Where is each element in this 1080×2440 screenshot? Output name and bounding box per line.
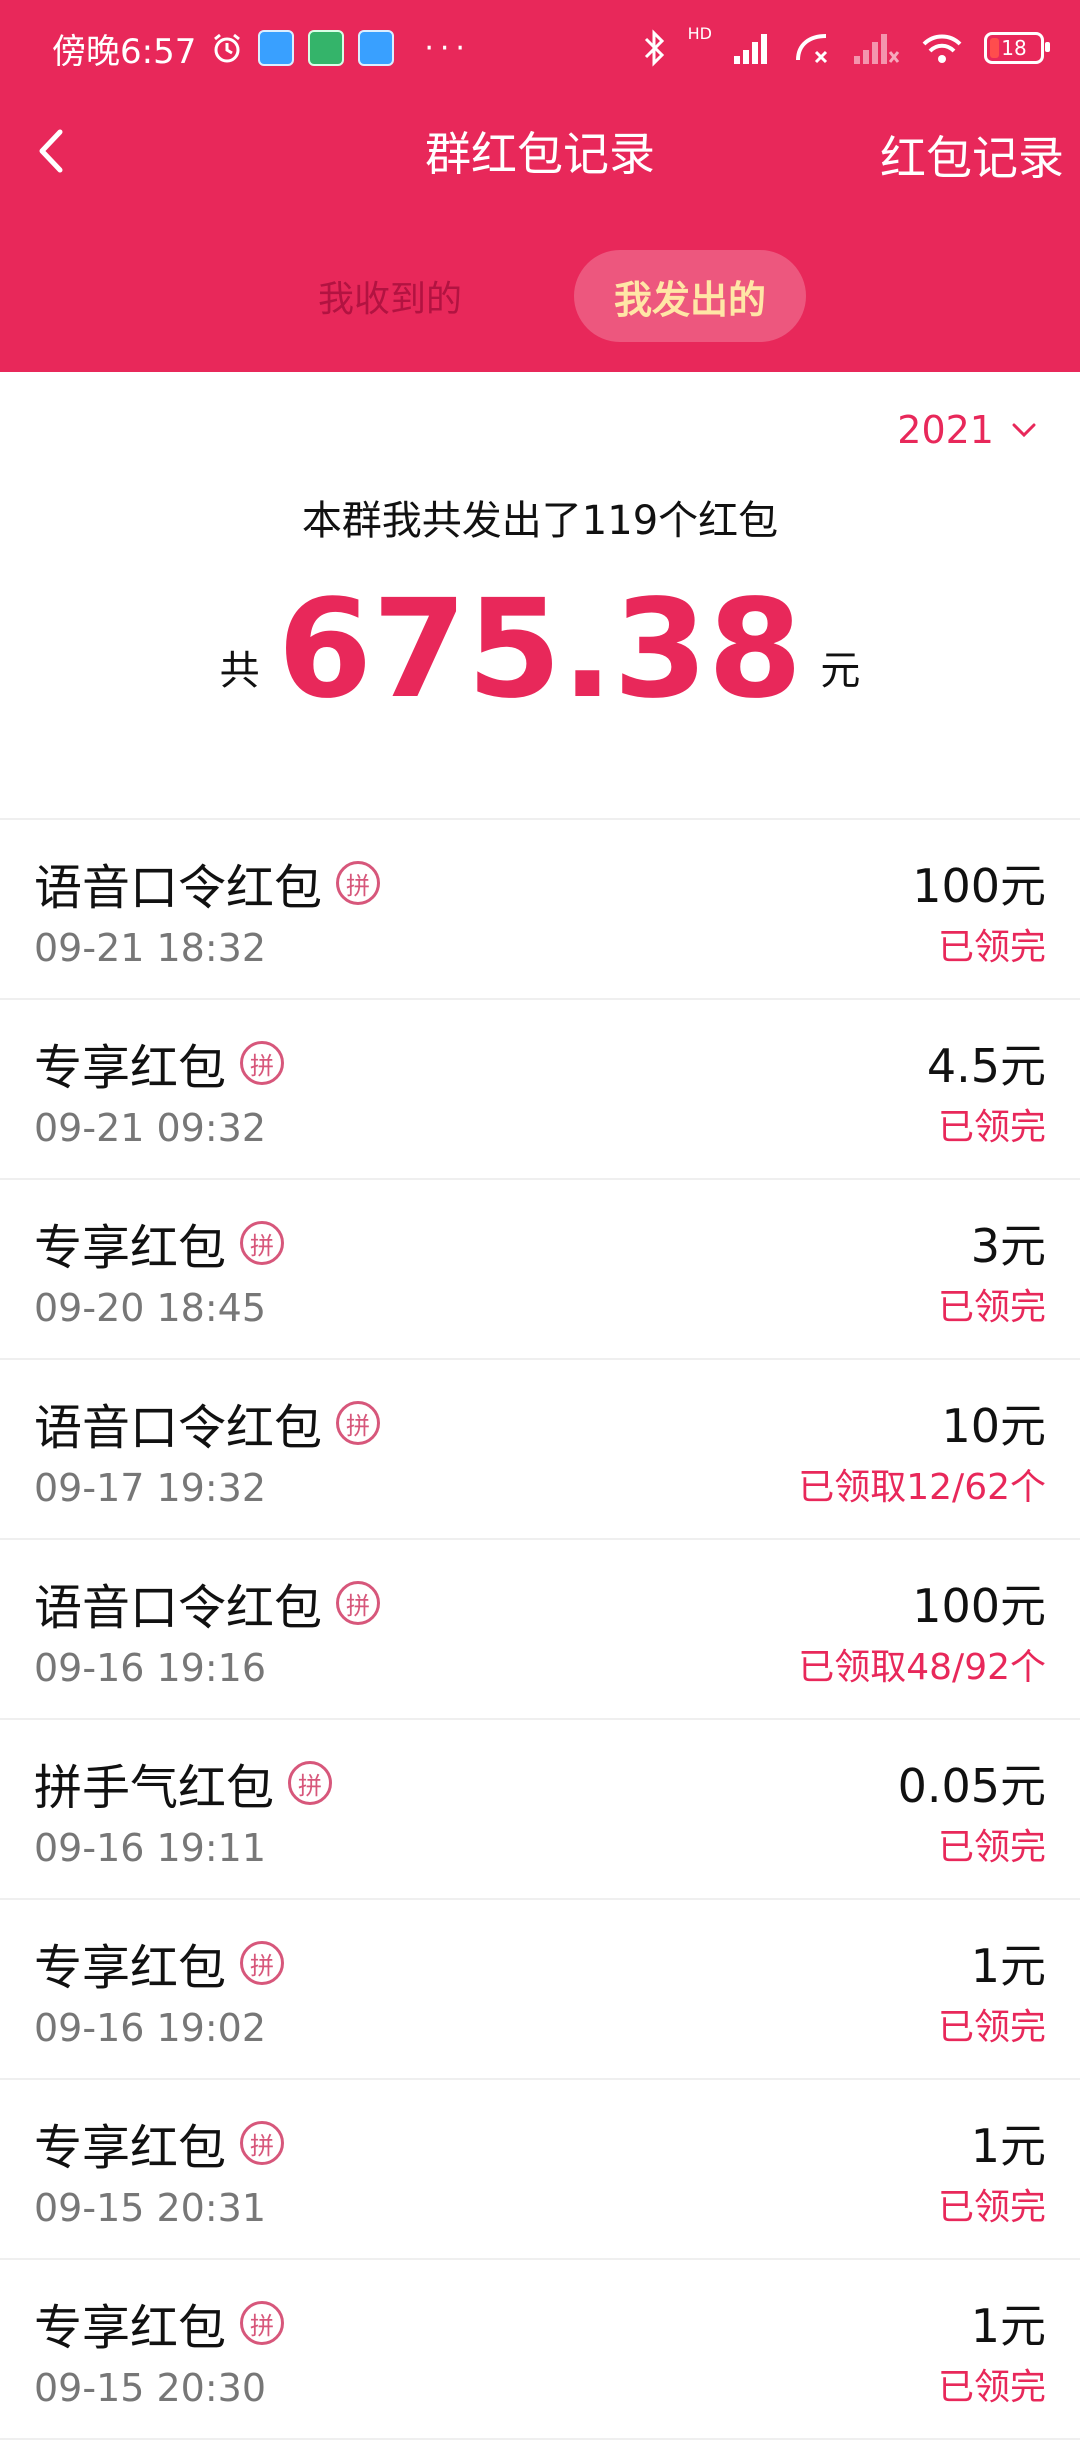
record-title: 专享红包 拼 [34, 2108, 285, 2178]
battery-level: 18 [1001, 36, 1027, 60]
record-time: 09-21 09:32 [34, 1106, 267, 1150]
record-status: 已领完 [937, 2367, 1046, 2408]
record-amount: 3元 [970, 1219, 1046, 1273]
pin-tag-icon: 拼 [240, 1041, 285, 1085]
pin-tag-icon: 拼 [240, 2301, 285, 2345]
record-amount: 4.5元 [926, 1039, 1046, 1093]
record-row[interactable]: 拼手气红包 拼 09-16 19:11 0.05元 已领完 [0, 1720, 1080, 1900]
record-status: 已领完 [937, 927, 1046, 968]
chevron-down-icon [1012, 423, 1036, 438]
record-row[interactable]: 专享红包 拼 09-21 09:32 4.5元 已领完 [0, 1000, 1080, 1180]
record-time: 09-17 19:32 [34, 1466, 267, 1510]
signal-icon [734, 34, 767, 64]
app-notification-icon [258, 30, 295, 66]
record-status: 已领完 [937, 1287, 1046, 1328]
record-title-text: 专享红包 [34, 2300, 227, 2356]
record-title-text: 专享红包 [34, 1220, 227, 1276]
record-time: 09-16 19:11 [34, 1826, 267, 1870]
tab-sent[interactable]: 我发出的 [574, 250, 806, 342]
record-title-text: 语音口令红包 [34, 1400, 323, 1456]
year-label: 2021 [897, 408, 994, 452]
record-row[interactable]: 语音口令红包 拼 09-21 18:32 100元 已领完 [0, 820, 1080, 1000]
record-amount: 10元 [941, 1399, 1046, 1453]
status-left: 傍晚6:57 ··· [52, 24, 471, 73]
total-prefix: 共 [219, 648, 260, 694]
pin-tag-icon: 拼 [240, 1221, 285, 1265]
record-status: 已领取12/62个 [798, 1467, 1046, 1508]
tab-bar: 我收到的 我发出的 [0, 250, 1080, 342]
call-icon [796, 34, 828, 64]
page-title: 群红包记录 [425, 127, 655, 181]
pin-tag-icon: 拼 [240, 2121, 285, 2165]
record-status: 已领完 [937, 2007, 1046, 2048]
summary-text: 本群我共发出了119个红包 [301, 498, 779, 544]
record-row[interactable]: 专享红包 拼 09-15 20:30 1元 已领完 [0, 2260, 1080, 2440]
total-value: 675.38 [277, 571, 803, 729]
record-amount: 0.05元 [897, 1759, 1046, 1813]
record-title-text: 专享红包 [34, 2120, 227, 2176]
record-time: 09-15 20:30 [34, 2366, 267, 2410]
record-title-text: 专享红包 [34, 1940, 227, 1996]
back-icon[interactable] [26, 124, 80, 178]
year-selector[interactable]: 2021 [897, 408, 1038, 452]
record-row[interactable]: 语音口令红包 拼 09-16 19:16 100元 已领取48/92个 [0, 1540, 1080, 1720]
record-status: 已领取48/92个 [798, 1647, 1046, 1688]
record-status: 已领完 [937, 2187, 1046, 2228]
record-title: 专享红包 拼 [34, 1208, 285, 1278]
record-row[interactable]: 专享红包 拼 09-16 19:02 1元 已领完 [0, 1900, 1080, 2080]
header: 傍晚6:57 ··· HD 18 群红包记录 红包记录 我收到的 我发出的 [0, 0, 1080, 372]
tab-received[interactable]: 我收到的 [300, 250, 480, 342]
record-title: 拼手气红包 拼 [34, 1748, 333, 1818]
record-row[interactable]: 专享红包 拼 09-15 20:31 1元 已领完 [0, 2080, 1080, 2260]
record-title-text: 拼手气红包 [34, 1760, 275, 1816]
status-right: HD 18 [642, 0, 1050, 96]
app-notification-icon [308, 30, 345, 66]
record-title: 语音口令红包 拼 [34, 1568, 381, 1638]
record-time: 09-16 19:16 [34, 1646, 267, 1690]
record-title: 专享红包 拼 [34, 1928, 285, 1998]
status-bar: 傍晚6:57 ··· HD 18 [0, 0, 1080, 96]
more-notifications-icon: ··· [424, 30, 471, 66]
record-time: 09-20 18:45 [34, 1286, 267, 1330]
wifi-icon [922, 34, 962, 63]
record-row[interactable]: 语音口令红包 拼 09-17 19:32 10元 已领取12/62个 [0, 1360, 1080, 1540]
signal-weak-icon [854, 34, 900, 64]
pin-tag-icon: 拼 [336, 1401, 381, 1445]
summary-section: 2021 本群我共发出了119个红包 共 675.38 元 [0, 372, 1080, 820]
record-title-text: 语音口令红包 [34, 1580, 323, 1636]
record-status: 已领完 [937, 1827, 1046, 1868]
record-title-text: 语音口令红包 [34, 860, 323, 916]
pin-tag-icon: 拼 [336, 861, 381, 905]
battery-icon: 18 [984, 32, 1050, 64]
status-time: 傍晚6:57 [52, 31, 197, 72]
record-title: 语音口令红包 拼 [34, 1388, 381, 1458]
pin-tag-icon: 拼 [288, 1761, 333, 1805]
record-amount: 100元 [912, 859, 1046, 913]
battery-fill [990, 38, 999, 58]
pin-tag-icon: 拼 [336, 1581, 381, 1625]
record-status: 已领完 [937, 1107, 1046, 1148]
title-bar: 群红包记录 红包记录 [0, 96, 1080, 206]
record-title: 语音口令红包 拼 [34, 848, 381, 918]
total-amount: 共 675.38 元 [0, 582, 1080, 718]
red-packet-records-link[interactable]: 红包记录 [880, 122, 1064, 188]
record-amount: 1元 [970, 2119, 1046, 2173]
record-list: 语音口令红包 拼 09-21 18:32 100元 已领完 专享红包 拼 09-… [0, 820, 1080, 2440]
record-amount: 1元 [970, 2299, 1046, 2353]
bluetooth-icon [644, 29, 664, 67]
alarm-icon [214, 33, 241, 63]
pin-tag-icon: 拼 [240, 1941, 285, 1985]
app-notification-icon [358, 30, 395, 66]
record-time: 09-16 19:02 [34, 2006, 267, 2050]
record-time: 09-15 20:31 [34, 2186, 267, 2230]
record-amount: 1元 [970, 1939, 1046, 1993]
total-unit: 元 [820, 648, 861, 694]
record-title: 专享红包 拼 [34, 2288, 285, 2358]
record-title: 专享红包 拼 [34, 1028, 285, 1098]
record-title-text: 专享红包 [34, 1040, 227, 1096]
hd-signal-label: HD [687, 24, 712, 43]
record-row[interactable]: 专享红包 拼 09-20 18:45 3元 已领完 [0, 1180, 1080, 1360]
record-time: 09-21 18:32 [34, 926, 267, 970]
record-amount: 100元 [912, 1579, 1046, 1633]
